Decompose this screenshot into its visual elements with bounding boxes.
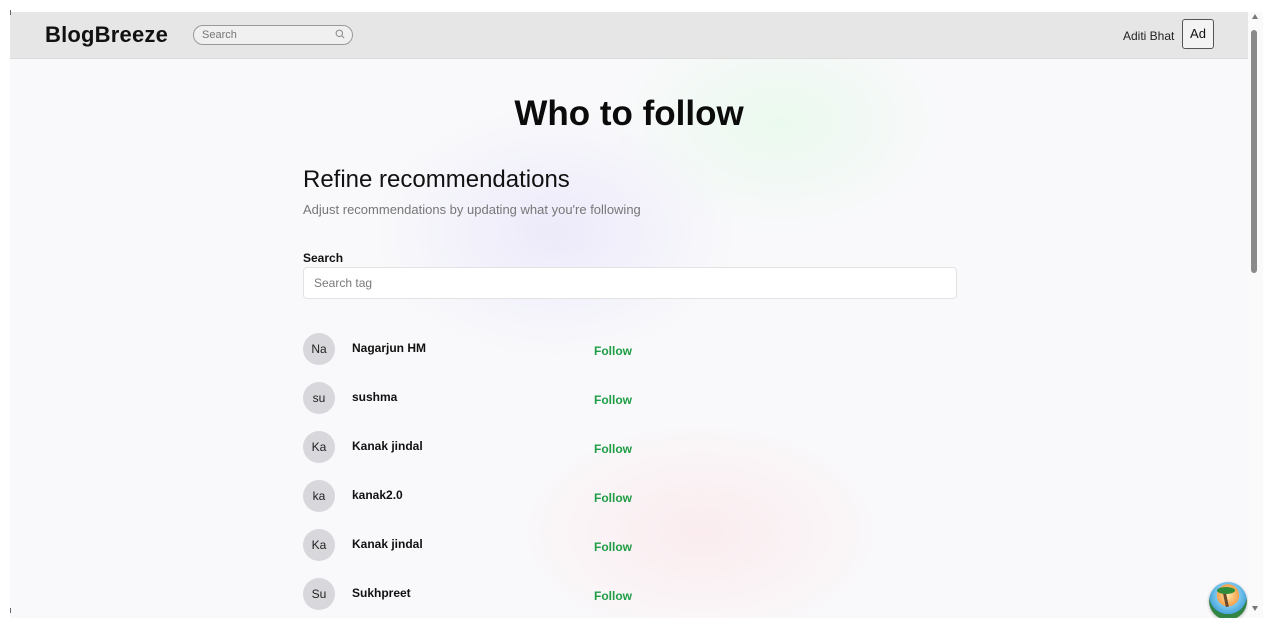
user-name[interactable]: Kanak jindal — [352, 537, 423, 551]
user-list: Na Nagarjun HM Follow su sushma Follow K… — [303, 332, 963, 618]
scrollbar-thumb[interactable] — [1251, 30, 1257, 273]
page-title: Who to follow — [514, 94, 744, 133]
refine-subtitle: Adjust recommendations by updating what … — [303, 202, 641, 217]
palm-leaves — [1217, 587, 1235, 594]
scroll-down-arrow-icon[interactable] — [1252, 606, 1258, 611]
user-avatar[interactable]: Ka — [303, 529, 335, 561]
user-avatar[interactable]: Ka — [303, 431, 335, 463]
scroll-up-arrow-icon[interactable] — [1252, 14, 1258, 19]
tag-search-input[interactable] — [303, 267, 957, 299]
app-frame: BlogBreeze Aditi Bhat Ad Who to follow R… — [10, 12, 1248, 618]
corner-mark — [10, 608, 11, 613]
brand-logo[interactable]: BlogBreeze — [45, 22, 168, 48]
nav-search[interactable] — [193, 25, 353, 45]
user-row: Na Nagarjun HM Follow — [303, 332, 963, 381]
navbar: BlogBreeze Aditi Bhat Ad — [10, 12, 1248, 59]
follow-button[interactable]: Follow — [594, 540, 632, 554]
tag-search-label: Search — [303, 251, 344, 265]
user-row: ka kanak2.0 Follow — [303, 479, 963, 528]
user-name[interactable]: Sukhpreet — [352, 586, 411, 600]
follow-button[interactable]: Follow — [594, 491, 632, 505]
user-row: Ka Kanak jindal Follow — [303, 528, 963, 577]
user-row: su sushma Follow — [303, 381, 963, 430]
search-icon[interactable] — [335, 29, 345, 39]
refine-heading: Refine recommendations — [303, 166, 570, 193]
user-avatar[interactable]: ka — [303, 480, 335, 512]
palm-beach-icon[interactable] — [1209, 582, 1247, 618]
current-user-name: Aditi Bhat — [1123, 29, 1175, 43]
user-name[interactable]: Nagarjun HM — [352, 341, 426, 355]
page-scrollbar[interactable] — [1248, 12, 1263, 618]
follow-button[interactable]: Follow — [594, 442, 632, 456]
user-name[interactable]: sushma — [352, 390, 397, 404]
user-avatar-button[interactable]: Ad — [1182, 19, 1214, 49]
follow-button[interactable]: Follow — [594, 344, 632, 358]
user-row: Su Sukhpreet Follow — [303, 577, 963, 618]
user-avatar[interactable]: Su — [303, 578, 335, 610]
follow-button[interactable]: Follow — [594, 393, 632, 407]
user-row: Ka Kanak jindal Follow — [303, 430, 963, 479]
user-name[interactable]: Kanak jindal — [352, 439, 423, 453]
user-avatar[interactable]: su — [303, 382, 335, 414]
user-avatar[interactable]: Na — [303, 333, 335, 365]
corner-mark — [10, 10, 11, 15]
nav-search-input[interactable] — [202, 28, 322, 42]
follow-button[interactable]: Follow — [594, 589, 632, 603]
user-name[interactable]: kanak2.0 — [352, 488, 403, 502]
